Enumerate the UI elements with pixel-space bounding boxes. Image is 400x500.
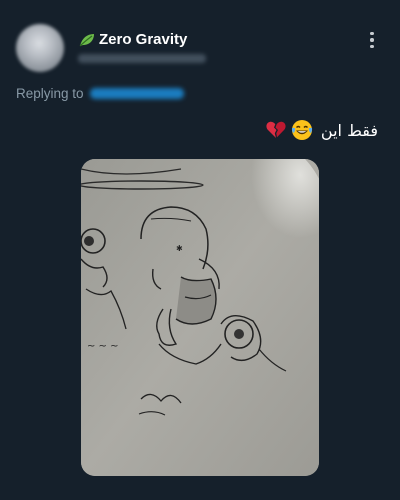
- author-name-row[interactable]: Zero Gravity: [78, 31, 187, 48]
- tweet-text: فقط این: [265, 119, 378, 141]
- replied-user-mention[interactable]: [89, 88, 184, 99]
- leaf-icon: [78, 32, 96, 48]
- sketch-drawing-image: ✱ ~ ~ ~: [81, 159, 319, 476]
- display-name[interactable]: Zero Gravity: [99, 31, 187, 48]
- avatar[interactable]: [16, 24, 64, 72]
- face-with-tears-of-joy-icon: [291, 119, 313, 141]
- more-options-button[interactable]: [362, 28, 382, 52]
- broken-heart-icon: [265, 119, 287, 141]
- tweet-text-content: فقط این: [320, 120, 378, 140]
- svg-text:~ ~ ~: ~ ~ ~: [87, 341, 119, 352]
- svg-text:✱: ✱: [176, 244, 183, 253]
- replying-to: Replying to: [16, 86, 184, 101]
- more-vertical-icon: [370, 31, 374, 36]
- replying-to-label: Replying to: [16, 86, 84, 101]
- tweet-reply: Zero Gravity Replying to فقط این ✱ ~ ~ ~: [0, 0, 400, 500]
- media-image[interactable]: ✱ ~ ~ ~: [81, 159, 319, 476]
- author-handle[interactable]: [78, 54, 206, 63]
